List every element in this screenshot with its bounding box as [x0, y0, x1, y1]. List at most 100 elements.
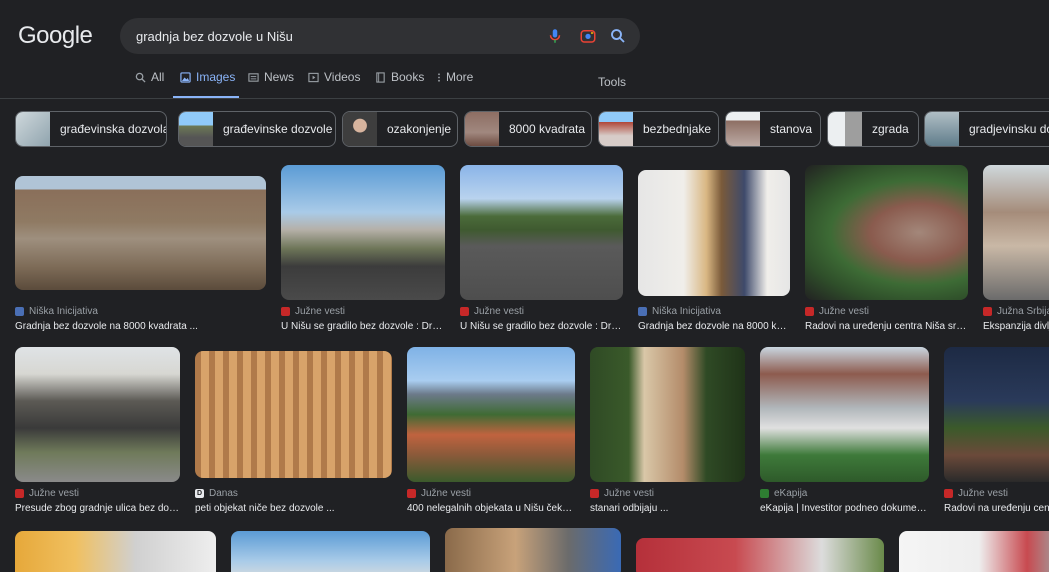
- chip[interactable]: bezbednjake: [598, 111, 719, 147]
- source-name: Niška Inicijativa: [652, 306, 721, 317]
- chip[interactable]: gradjevinsku dozvolu: [924, 111, 1049, 147]
- result-source[interactable]: D Danas: [195, 488, 238, 499]
- result-source[interactable]: Južne vesti: [15, 488, 79, 499]
- favicon: D: [195, 489, 204, 498]
- result-thumbnail[interactable]: [805, 165, 968, 300]
- result-source[interactable]: Južne vesti: [407, 488, 471, 499]
- image-result[interactable]: Južne vesti U Nišu se gradilo bez dozvol…: [281, 165, 445, 336]
- source-name: Južne vesti: [421, 488, 472, 499]
- chip-label: stanova: [770, 122, 813, 136]
- chip-label: zgrada: [872, 122, 909, 136]
- result-thumbnail[interactable]: [899, 531, 1049, 572]
- chip[interactable]: ozakonjenje: [342, 111, 458, 147]
- search-box[interactable]: [120, 18, 640, 54]
- image-result[interactable]: [636, 538, 884, 572]
- result-thumbnail[interactable]: [281, 165, 445, 300]
- source-name: Južne vesti: [958, 488, 1009, 499]
- image-result[interactable]: [231, 531, 430, 572]
- chip-label: bezbednjake: [643, 122, 712, 136]
- result-thumbnail[interactable]: [15, 531, 216, 572]
- result-thumbnail[interactable]: [460, 165, 623, 300]
- chip-thumbnail: [343, 112, 377, 146]
- result-title[interactable]: Ekspanzija divlje...: [983, 321, 1049, 332]
- result-thumbnail[interactable]: [195, 351, 392, 478]
- result-title[interactable]: Gradnja bez dozvole na 8000 kva...: [638, 321, 790, 332]
- result-thumbnail[interactable]: [15, 176, 266, 290]
- image-result[interactable]: Niška Inicijativa Gradnja bez dozvole na…: [638, 170, 790, 336]
- google-logo[interactable]: Google: [18, 22, 93, 50]
- result-title[interactable]: Gradnja bez dozvole na 8000 kvadrata ...: [15, 321, 266, 332]
- chip-label: građevinske dozvole: [223, 122, 333, 136]
- tab-label: News: [264, 70, 295, 84]
- chip-thumbnail: [925, 112, 959, 146]
- news-icon: [248, 73, 259, 82]
- tab-books[interactable]: Books: [375, 70, 424, 98]
- result-source[interactable]: eKapija: [760, 488, 807, 499]
- chip[interactable]: 8000 kvadrata: [464, 111, 592, 147]
- result-title[interactable]: peti objekat niče bez dozvole ...: [195, 503, 392, 514]
- favicon: [638, 307, 647, 316]
- result-source[interactable]: Južne vesti: [944, 488, 1008, 499]
- search-input[interactable]: [136, 18, 536, 54]
- result-title[interactable]: Radovi na uređenju centra Niša sredi...: [805, 321, 968, 332]
- image-result[interactable]: Južne vesti U Nišu se gradilo bez dozvol…: [460, 165, 623, 336]
- chip[interactable]: stanova: [725, 111, 821, 147]
- result-thumbnail[interactable]: [590, 347, 745, 482]
- microphone-icon[interactable]: [546, 27, 564, 45]
- image-result[interactable]: Južne vesti stanari odbijaju ...: [590, 347, 745, 518]
- result-thumbnail[interactable]: [983, 165, 1049, 300]
- tab-all[interactable]: All: [135, 70, 164, 98]
- result-source[interactable]: Južne vesti: [281, 306, 345, 317]
- chip-label: 8000 kvadrata: [509, 122, 586, 136]
- favicon: [15, 489, 24, 498]
- result-thumbnail[interactable]: [231, 531, 430, 572]
- result-source[interactable]: Južne vesti: [590, 488, 654, 499]
- result-thumbnail[interactable]: [638, 170, 790, 296]
- tools-button[interactable]: Tools: [598, 75, 626, 89]
- tab-more[interactable]: More: [437, 70, 473, 98]
- search-icon[interactable]: [609, 27, 627, 45]
- result-thumbnail[interactable]: [407, 347, 575, 482]
- result-title[interactable]: stanari odbijaju ...: [590, 503, 745, 514]
- chip-thumbnail: [828, 112, 862, 146]
- chip[interactable]: zgrada: [827, 111, 919, 147]
- tab-news[interactable]: News: [248, 70, 294, 98]
- image-result[interactable]: [15, 531, 216, 572]
- image-result[interactable]: Južne vesti Radovi na uređenju centra Ni…: [805, 165, 968, 336]
- result-source[interactable]: Južne vesti: [460, 306, 524, 317]
- favicon: [15, 307, 24, 316]
- tab-images[interactable]: Images: [173, 70, 240, 98]
- image-result[interactable]: Južne vesti Presude zbog gradnje ulica b…: [15, 347, 180, 518]
- result-source[interactable]: Južne vesti: [805, 306, 869, 317]
- image-result[interactable]: [899, 531, 1049, 572]
- result-title[interactable]: Presude zbog gradnje ulica bez dozv...: [15, 503, 180, 514]
- result-title[interactable]: U Nišu se gradilo bez dozvole : Društ...: [460, 321, 623, 332]
- result-source[interactable]: Niška Inicijativa: [638, 306, 721, 317]
- result-title[interactable]: eKapija | Investitor podneo dokument...: [760, 503, 929, 514]
- image-result[interactable]: D Danas peti objekat niče bez dozvole ..…: [195, 351, 392, 518]
- image-result[interactable]: Niška Inicijativa Gradnja bez dozvole na…: [15, 176, 266, 336]
- result-thumbnail[interactable]: [760, 347, 929, 482]
- result-title[interactable]: 400 nelegalnih objekata u Nišu čeka ...: [407, 503, 575, 514]
- result-thumbnail[interactable]: [15, 347, 180, 482]
- image-result[interactable]: eKapija eKapija | Investitor podneo doku…: [760, 347, 929, 518]
- result-title[interactable]: U Nišu se gradilo bez dozvole : Društ...: [281, 321, 445, 332]
- more-vert-icon: [438, 73, 440, 82]
- favicon: [983, 307, 992, 316]
- chip-label: građevinska dozvola: [60, 122, 167, 136]
- result-source[interactable]: Južna Srbija ...: [983, 306, 1049, 317]
- image-result[interactable]: Južne vesti 400 nelegalnih objekata u Ni…: [407, 347, 575, 518]
- chip[interactable]: građevinska dozvola: [15, 111, 167, 147]
- result-thumbnail[interactable]: [445, 528, 621, 572]
- chip[interactable]: građevinske dozvole: [178, 111, 336, 147]
- image-result[interactable]: Južne vesti Radovi na uređenju centra ..…: [944, 347, 1049, 518]
- tab-videos[interactable]: Videos: [308, 70, 360, 98]
- image-result[interactable]: Južna Srbija ... Ekspanzija divlje...: [983, 165, 1049, 336]
- image-result[interactable]: [445, 528, 621, 572]
- result-thumbnail[interactable]: [944, 347, 1049, 482]
- result-title[interactable]: Radovi na uređenju centra ...: [944, 503, 1049, 514]
- source-name: Južne vesti: [29, 488, 80, 499]
- result-source[interactable]: Niška Inicijativa: [15, 306, 98, 317]
- camera-lens-icon[interactable]: [579, 27, 597, 45]
- result-thumbnail[interactable]: [636, 538, 884, 572]
